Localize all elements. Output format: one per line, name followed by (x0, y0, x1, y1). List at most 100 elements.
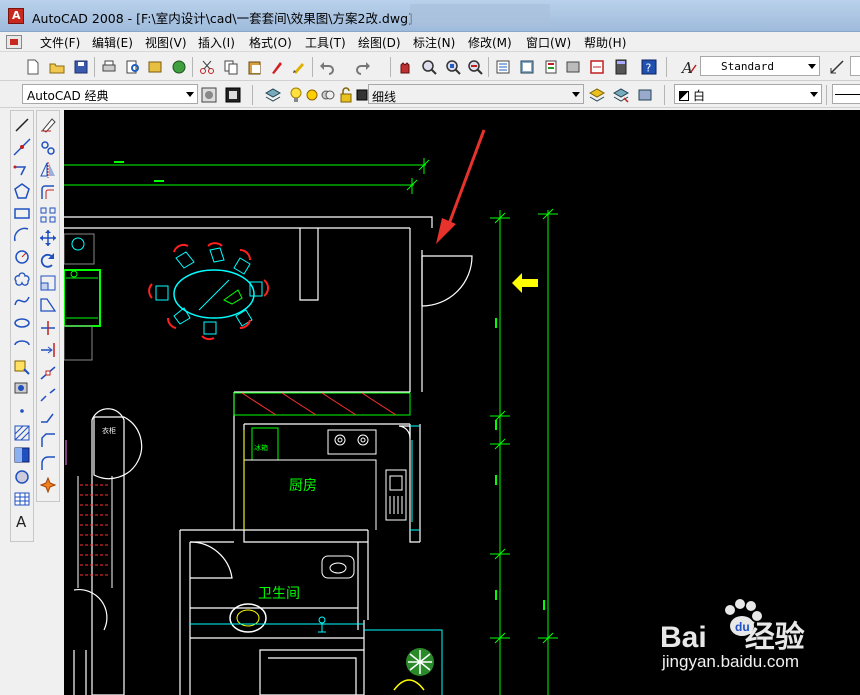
break-icon[interactable] (38, 385, 58, 405)
layer-viewport-icon[interactable] (319, 86, 337, 104)
autocad-app-icon[interactable] (8, 8, 24, 24)
document-icon[interactable] (6, 35, 22, 49)
bathroom-label: 卫生间 (258, 586, 300, 602)
menu-dimension[interactable]: 标注(N) (413, 34, 455, 51)
join-icon[interactable] (38, 408, 58, 428)
paste-icon[interactable] (246, 58, 264, 76)
cut-icon[interactable] (198, 58, 216, 76)
copy-icon[interactable] (38, 138, 58, 158)
make-object-layer-current-icon[interactable] (588, 86, 606, 104)
plot-icon[interactable] (100, 58, 118, 76)
table-icon[interactable] (12, 489, 32, 509)
polyline-icon[interactable] (12, 159, 32, 179)
rectangle-icon[interactable] (12, 203, 32, 223)
zoom-realtime-icon[interactable] (420, 58, 438, 76)
stretch-icon[interactable] (38, 295, 58, 315)
make-block-icon[interactable] (12, 379, 32, 399)
standard-toolbar: ? A Standard (0, 53, 860, 81)
mirror-icon[interactable] (38, 160, 58, 180)
rotate-icon[interactable] (38, 250, 58, 270)
design-center-icon[interactable] (518, 58, 536, 76)
region-icon[interactable] (12, 467, 32, 487)
save-icon[interactable] (72, 58, 90, 76)
scale-icon[interactable] (38, 273, 58, 293)
insert-block-icon[interactable] (12, 357, 32, 377)
redo-icon[interactable] (354, 58, 372, 76)
menu-edit[interactable]: 编辑(E) (92, 34, 133, 51)
ellipse-arc-icon[interactable] (12, 335, 32, 355)
svg-text:?: ? (646, 62, 652, 75)
multiline-text-icon[interactable]: A (12, 511, 32, 531)
layer-properties-icon[interactable] (264, 86, 282, 104)
fillet-icon[interactable] (38, 453, 58, 473)
gradient-icon[interactable] (12, 445, 32, 465)
menu-tools[interactable]: 工具(T) (305, 34, 346, 51)
quickcalc-icon[interactable] (612, 58, 630, 76)
layer-select[interactable] (368, 84, 584, 104)
markup-set-manager-icon[interactable] (588, 58, 606, 76)
explode-icon[interactable] (38, 475, 58, 495)
undo-icon[interactable] (318, 58, 336, 76)
construction-line-icon[interactable] (12, 137, 32, 157)
pan-realtime-icon[interactable] (396, 58, 414, 76)
kitchen-cabinet (233, 392, 411, 416)
dimension-style-icon[interactable] (828, 58, 846, 76)
layer-states-icon[interactable] (636, 86, 654, 104)
circle-icon[interactable] (12, 247, 32, 267)
menu-draw[interactable]: 绘图(D) (358, 34, 401, 51)
offset-icon[interactable] (38, 183, 58, 203)
layer-previous-icon[interactable] (612, 86, 630, 104)
yellow-direction-marker (512, 273, 538, 293)
my-workspace-icon[interactable] (224, 86, 242, 104)
workspace-settings-icon[interactable] (200, 86, 218, 104)
modify-toolbar (36, 110, 60, 502)
menu-view[interactable]: 视图(V) (145, 34, 187, 51)
window-title: AutoCAD 2008 - [F:\室内设计\cad\一套套间\效果图\方案2… (32, 11, 413, 26)
dimension-style-select[interactable] (850, 56, 860, 76)
break-at-point-icon[interactable] (38, 363, 58, 383)
copy-clip-icon[interactable] (222, 58, 240, 76)
block-editor-icon[interactable] (290, 58, 308, 76)
menu-help[interactable]: 帮助(H) (584, 34, 626, 51)
layers-toolbar: AutoCAD 经典 细线 白 (0, 82, 860, 108)
sheet-set-manager-icon[interactable] (564, 58, 582, 76)
text-style-select[interactable]: Standard (700, 56, 820, 76)
ellipse-icon[interactable] (12, 313, 32, 333)
properties-icon[interactable] (494, 58, 512, 76)
tool-palettes-icon[interactable] (542, 58, 560, 76)
line-icon[interactable] (12, 115, 32, 135)
publish-icon[interactable] (146, 58, 164, 76)
fridge-label: 冰箱 (254, 443, 268, 452)
baidu-paw-icon: du (725, 599, 762, 636)
point-icon[interactable] (12, 401, 32, 421)
match-properties-icon[interactable] (268, 58, 286, 76)
move-icon[interactable] (38, 228, 58, 248)
chamfer-icon[interactable] (38, 430, 58, 450)
plot-preview-icon[interactable] (124, 58, 142, 76)
polygon-icon[interactable] (12, 181, 32, 201)
workspace-select[interactable]: AutoCAD 经典 (22, 84, 198, 104)
array-icon[interactable] (38, 205, 58, 225)
color-control-select[interactable]: 白 (674, 84, 822, 104)
menu-format[interactable]: 格式(O) (249, 34, 292, 51)
menu-modify[interactable]: 修改(M) (468, 34, 512, 51)
revision-cloud-icon[interactable] (12, 269, 32, 289)
extend-icon[interactable] (38, 340, 58, 360)
menu-window[interactable]: 窗口(W) (526, 34, 571, 51)
hatch-icon[interactable] (12, 423, 32, 443)
menu-insert[interactable]: 插入(I) (198, 34, 235, 51)
zoom-window-icon[interactable] (444, 58, 462, 76)
erase-icon[interactable] (38, 115, 58, 135)
text-style-icon[interactable]: A (680, 58, 698, 76)
zoom-previous-icon[interactable] (466, 58, 484, 76)
svg-text:A: A (680, 59, 693, 76)
arc-icon[interactable] (12, 225, 32, 245)
menu-file[interactable]: 文件(F) (40, 34, 80, 51)
3d-dwf-icon[interactable] (170, 58, 188, 76)
linetype-control-select[interactable] (832, 84, 860, 104)
trim-icon[interactable] (38, 318, 58, 338)
open-file-icon[interactable] (48, 58, 66, 76)
spline-icon[interactable] (12, 291, 32, 311)
help-icon[interactable]: ? (640, 58, 658, 76)
new-file-icon[interactable] (24, 58, 42, 76)
